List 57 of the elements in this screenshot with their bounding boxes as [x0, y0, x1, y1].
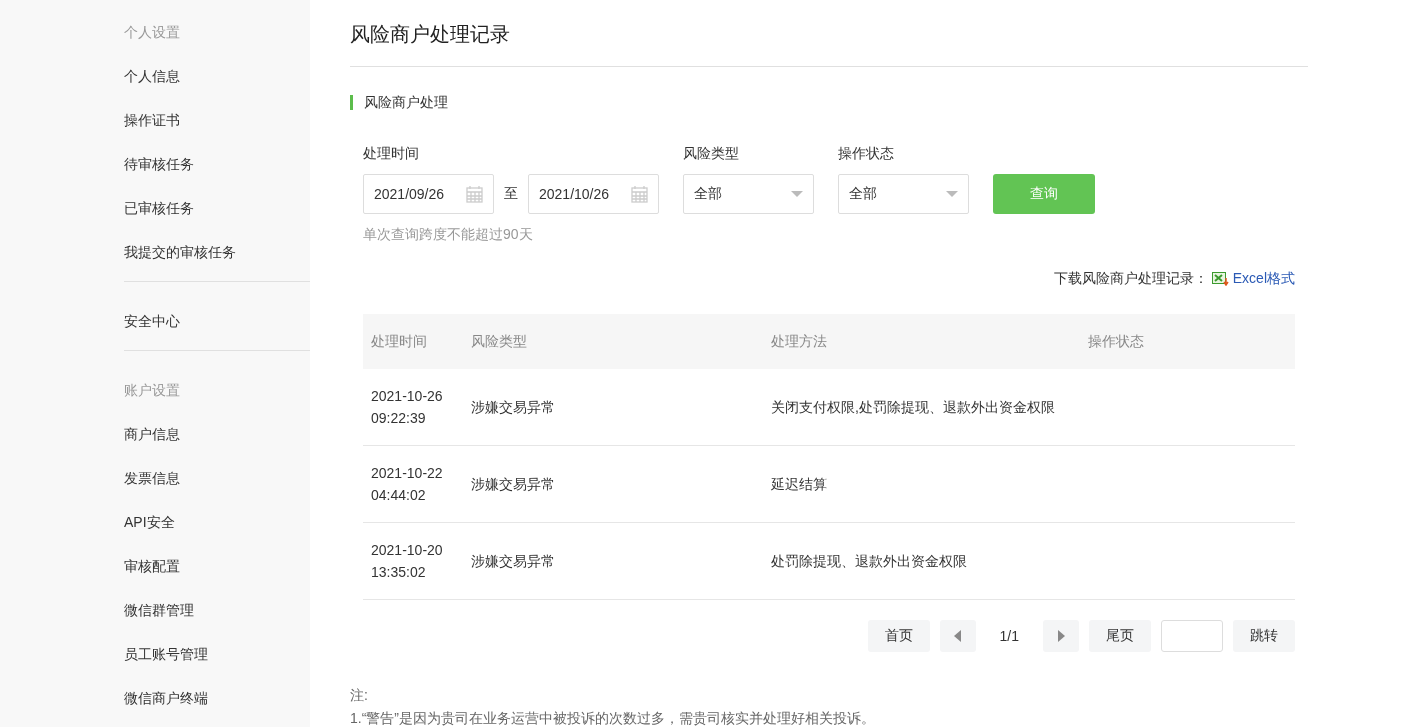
sidebar-item[interactable]: 微信商户终端	[124, 687, 310, 709]
page-title: 风险商户处理记录	[350, 0, 1308, 67]
calendar-icon	[631, 185, 648, 203]
sidebar-heading: 账户设置	[124, 381, 181, 400]
table-cell: 涉嫌交易异常	[463, 369, 763, 446]
time-cell: 2021-10-22 04:44:02	[363, 445, 463, 523]
page-indicator: 1/1	[998, 628, 1020, 644]
dropdown-caret-icon	[946, 191, 958, 197]
page-number-field[interactable]	[1161, 620, 1223, 652]
column-header: 操作状态	[1080, 314, 1295, 369]
note-text: 1.“警告”是因为贵司在业务运营中被投诉的次数过多，需贵司核实并处理好相关投诉。	[350, 709, 876, 727]
column-header: 处理方法	[763, 314, 1080, 369]
sidebar-item[interactable]: 安全中心	[124, 310, 310, 332]
sidebar-item[interactable]: 微信群管理	[124, 599, 310, 621]
date-field[interactable]: 2021/09/26	[363, 174, 494, 214]
download-label: 下载风险商户处理记录：	[1053, 270, 1208, 288]
calendar-icon	[466, 185, 483, 203]
excel-link[interactable]: Excel格式	[1211, 270, 1295, 288]
spreadsheet-icon	[1211, 272, 1229, 286]
column-header: 处理时间	[363, 314, 463, 369]
table-cell: 处罚除提现、退款外出资金权限	[763, 522, 1080, 600]
first-page-button[interactable]: 首页	[867, 620, 930, 652]
column-header: 风险类型	[463, 314, 763, 369]
sidebar-item[interactable]: API安全	[124, 511, 310, 533]
sidebar-item[interactable]: 已审核任务	[124, 197, 310, 219]
sidebar-item[interactable]: 我提交的审核任务	[124, 241, 310, 263]
dropdown[interactable]: 全部	[683, 174, 814, 214]
date-field[interactable]: 2021/10/26	[528, 174, 659, 214]
field-label: 风险类型	[683, 144, 740, 163]
table-cell: 涉嫌交易异常	[463, 522, 763, 600]
previous-page-button[interactable]	[939, 620, 976, 652]
field-label: 操作状态	[838, 144, 895, 163]
range-separator: 至	[504, 185, 518, 203]
section-title: 风险商户处理	[350, 95, 448, 110]
jump-button[interactable]: 跳转	[1233, 620, 1295, 652]
time-cell: 2021-10-26 09:22:39	[363, 369, 463, 446]
sidebar-item[interactable]: 操作证书	[124, 109, 310, 131]
sidebar-item[interactable]: 个人信息	[124, 65, 310, 87]
sidebar-heading: 个人设置	[124, 23, 181, 42]
right-triangle-icon	[1057, 630, 1065, 642]
left-triangle-icon	[954, 630, 962, 642]
last-page-button[interactable]: 尾页	[1089, 620, 1151, 652]
time-cell: 2021-10-20 13:35:02	[363, 522, 463, 600]
sidebar-item[interactable]: 审核配置	[124, 555, 310, 577]
table-cell: 延迟结算	[763, 445, 1080, 523]
next-page-button[interactable]	[1043, 620, 1079, 652]
table-cell: 关闭支付权限,处罚除提现、退款外出资金权限	[763, 369, 1080, 446]
sidebar-item[interactable]: 待审核任务	[124, 153, 310, 175]
sidebar-item[interactable]: 员工账号管理	[124, 643, 310, 665]
sidebar-item[interactable]: 商户信息	[124, 423, 310, 445]
dropdown[interactable]: 全部	[838, 174, 969, 214]
sidebar-item[interactable]: 发票信息	[124, 467, 310, 489]
hint-text: 单次查询跨度不能超过90天	[363, 225, 534, 243]
table-cell: 涉嫌交易异常	[463, 445, 763, 523]
dropdown-caret-icon	[791, 191, 803, 197]
note-text: 注:	[350, 686, 369, 705]
field-label: 处理时间	[363, 144, 420, 163]
